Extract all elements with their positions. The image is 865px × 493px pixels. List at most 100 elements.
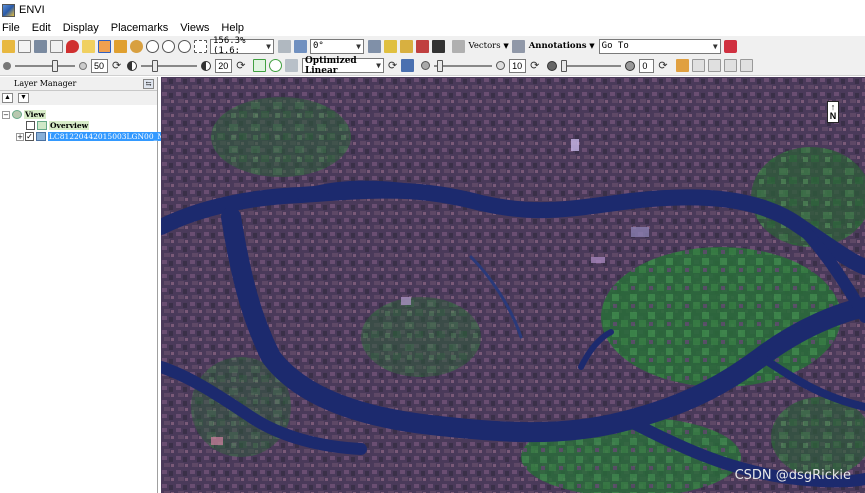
menu-views[interactable]: Views <box>174 22 215 34</box>
view-label: View <box>24 110 46 119</box>
select-arrow-icon[interactable] <box>81 39 95 53</box>
reset-contrast-icon[interactable]: ⟳ <box>236 59 245 72</box>
brightness-input[interactable]: 50 <box>91 58 108 73</box>
transparency-value: 0 <box>642 60 648 71</box>
overview-label: Overview <box>49 121 90 130</box>
satellite-image <box>161 77 865 493</box>
goto-clear-icon[interactable] <box>724 39 738 53</box>
transparency-high-icon <box>625 60 636 71</box>
roi-rectangle-icon[interactable] <box>253 59 267 72</box>
vectors-label: Vectors <box>468 41 501 51</box>
view-portal-icon[interactable] <box>739 59 753 72</box>
contrast-low-icon <box>127 60 138 71</box>
menu-bar: File Edit Display Placemarks Views Help <box>0 20 865 36</box>
layer-checkbox[interactable]: ✓ <box>25 132 34 141</box>
envi-app-icon <box>2 3 15 17</box>
sharpen-input[interactable]: 10 <box>509 58 527 73</box>
goto-combo[interactable]: Go To ▼ <box>598 38 721 54</box>
expand-all-icon[interactable]: ▼ <box>18 93 29 103</box>
menu-help[interactable]: Help <box>215 22 250 34</box>
vectors-menu[interactable]: Vectors ▼ <box>469 41 509 51</box>
rotation-value: 0° <box>313 41 324 51</box>
menu-placemarks[interactable]: Placemarks <box>105 22 174 34</box>
crosshairs-icon[interactable] <box>367 39 381 53</box>
reset-stretch-icon[interactable]: ⟳ <box>388 59 397 72</box>
collapse-icon[interactable]: − <box>2 110 10 119</box>
layer-manager-header: Layer Manager ⇆ <box>0 77 157 91</box>
sharpen-value: 10 <box>512 60 523 71</box>
layer-manager-buttons: ▲ ▼ <box>0 91 157 105</box>
contrast-high-icon <box>201 60 212 71</box>
open-folder-icon[interactable] <box>1 39 15 53</box>
view-blend-icon[interactable] <box>691 59 705 72</box>
rotation-combo[interactable]: 0° ▼ <box>310 38 364 54</box>
rotate-left-icon[interactable] <box>277 39 291 53</box>
image-view[interactable]: ↑ N CSDN @dsgRickie <box>161 77 865 493</box>
view-swipe-icon[interactable] <box>723 59 737 72</box>
rotate-right-icon[interactable] <box>293 39 307 53</box>
window-title: ENVI <box>19 4 45 16</box>
annotations-icon[interactable] <box>512 39 526 53</box>
zoom-in-icon[interactable] <box>161 39 175 53</box>
overview-icon <box>37 121 47 130</box>
pin-icon[interactable] <box>65 39 79 53</box>
stretch-icon[interactable] <box>285 59 299 72</box>
brightness-high-icon <box>79 61 87 70</box>
fly-icon[interactable] <box>113 39 127 53</box>
menu-file[interactable]: File <box>0 22 26 34</box>
zoom-out-icon[interactable] <box>177 39 191 53</box>
annotations-menu[interactable]: Annotations ▼ <box>529 41 595 51</box>
brightness-value: 50 <box>94 60 105 71</box>
chevron-down-icon: ▼ <box>356 41 361 51</box>
tree-node-view[interactable]: − View <box>2 109 46 120</box>
menu-display[interactable]: Display <box>57 22 105 34</box>
stretch-combo[interactable]: Optimized Linear ▼ <box>301 55 384 76</box>
brightness-low-icon <box>3 61 11 70</box>
north-arrow-icon: ↑ N <box>827 101 839 123</box>
transparency-input[interactable]: 0 <box>639 58 655 73</box>
reset-brightness-icon[interactable]: ⟳ <box>112 59 121 72</box>
reset-transparency-icon[interactable]: ⟳ <box>658 59 667 72</box>
data-manager-icon[interactable] <box>17 39 31 53</box>
histogram-icon[interactable] <box>400 59 414 72</box>
roi-ellipse-icon[interactable] <box>269 59 283 72</box>
expand-icon[interactable]: + <box>16 132 24 141</box>
zoom-value: 156.3% (1.6: <box>213 36 246 56</box>
tree-node-raster-layer[interactable]: + ✓ LC81220442015003LGN00_MTL <box>16 131 177 142</box>
rotate-icon[interactable] <box>129 39 143 53</box>
fit-extent-icon[interactable] <box>193 39 207 53</box>
display-toolbar: 50 ⟳ 20 ⟳ Optimized Linear ▼ ⟳ 10 ⟳ 0 ⟳ <box>0 56 865 76</box>
vectors-icon[interactable] <box>452 39 465 53</box>
cursor-value-icon[interactable] <box>49 39 63 53</box>
reset-sharpen-icon[interactable]: ⟳ <box>530 59 539 72</box>
watermark: CSDN @dsgRickie <box>734 468 851 483</box>
layer-icon[interactable] <box>33 39 47 53</box>
layer-manager-title: Layer Manager <box>14 79 77 88</box>
annotation-text-icon[interactable] <box>383 39 397 53</box>
panel-dock-icon[interactable]: ⇆ <box>143 78 154 89</box>
main-toolbar: 156.3% (1.6: ▼ 0° ▼ Vectors ▼ Annotations … <box>0 36 865 56</box>
brightness-slider[interactable] <box>15 59 75 73</box>
contrast-input[interactable]: 20 <box>215 58 233 73</box>
stretch-value: Optimized Linear <box>304 55 357 76</box>
ruler-icon[interactable] <box>675 59 689 72</box>
transparency-low-icon <box>547 60 558 71</box>
zoom-icon[interactable] <box>145 39 159 53</box>
chip-icon[interactable] <box>431 39 445 53</box>
menu-edit[interactable]: Edit <box>26 22 57 34</box>
portal-icon[interactable] <box>399 39 413 53</box>
contrast-slider[interactable] <box>141 59 198 73</box>
zoom-combo[interactable]: 156.3% (1.6: ▼ <box>210 36 274 56</box>
transparency-slider[interactable] <box>561 59 622 73</box>
tree-node-overview[interactable]: Overview <box>26 120 90 131</box>
view-icon <box>12 110 22 119</box>
view-flicker-icon[interactable] <box>707 59 721 72</box>
spectral-profile-icon[interactable] <box>415 39 429 53</box>
overview-checkbox[interactable] <box>26 121 35 130</box>
pan-hand-icon[interactable] <box>97 39 111 53</box>
chevron-down-icon: ▼ <box>589 42 595 50</box>
sharpen-low-icon <box>421 61 431 70</box>
collapse-all-icon[interactable]: ▲ <box>2 93 13 103</box>
sharpen-slider[interactable] <box>434 59 493 73</box>
layer-manager-panel: Layer Manager ⇆ ▲ ▼ − View Overview + ✓ … <box>0 77 177 493</box>
